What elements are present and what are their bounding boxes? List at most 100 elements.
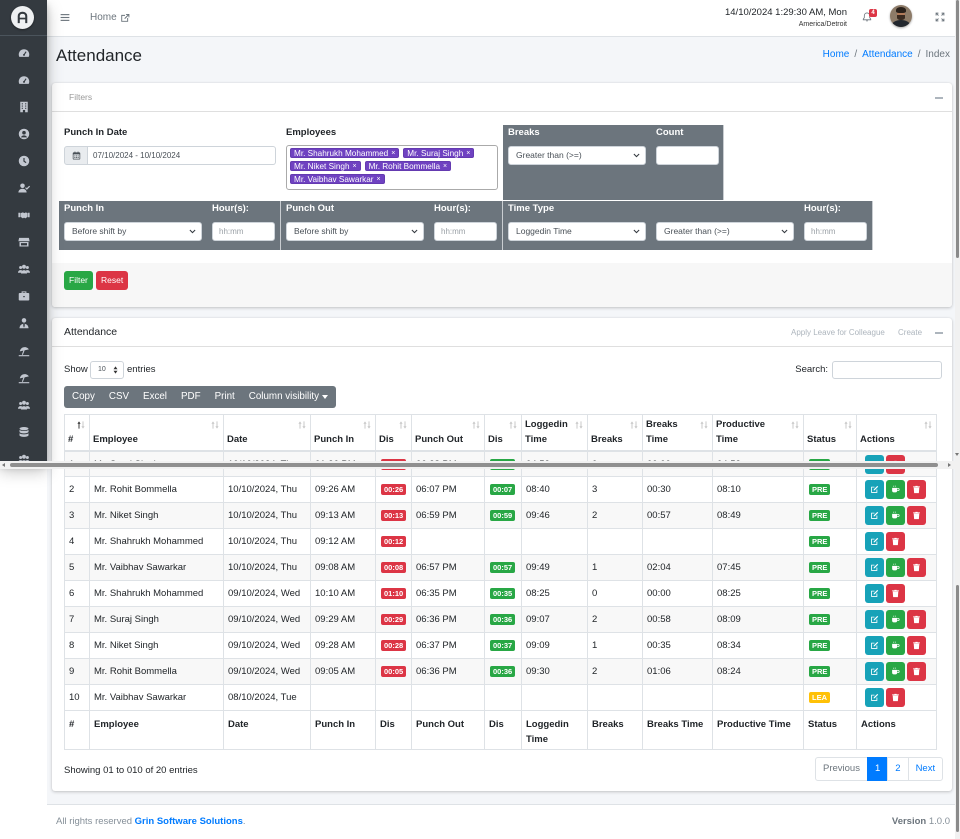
edit-attendance-button[interactable] xyxy=(865,610,884,629)
column-visibility-button[interactable]: Column visibility xyxy=(242,386,335,408)
employees-multiselect[interactable]: Mr. Shahrukh Mohammed × Mr. Suraj Singh × Mr… xyxy=(286,145,498,190)
punch-out-mode-select[interactable]: Before shift by xyxy=(286,222,424,241)
column-header-punch-out[interactable]: Punch Out xyxy=(411,414,485,452)
remove-tag-icon[interactable]: × xyxy=(443,162,447,171)
scroll-down-arrow-icon[interactable] xyxy=(955,453,959,456)
pagination-next[interactable]: Next xyxy=(907,757,944,781)
sort-icon[interactable] xyxy=(791,421,799,429)
edit-attendance-button[interactable] xyxy=(865,688,884,707)
pagination-previous[interactable]: Previous xyxy=(815,757,868,781)
sort-icon[interactable] xyxy=(472,421,480,429)
sort-icon[interactable] xyxy=(575,421,583,429)
breadcrumb-home[interactable]: Home xyxy=(823,49,850,60)
sidebar-nav-item[interactable] xyxy=(0,337,47,364)
remove-tag-icon[interactable]: × xyxy=(353,162,357,171)
sort-icon[interactable] xyxy=(630,421,638,429)
sidebar-nav-item[interactable] xyxy=(0,364,47,391)
sidebar-nav-item[interactable] xyxy=(0,39,47,66)
view-breaks-button[interactable] xyxy=(886,558,905,577)
time-type-select[interactable]: Loggedin Time xyxy=(508,222,646,241)
view-breaks-button[interactable] xyxy=(886,636,905,655)
punch-in-date-input[interactable] xyxy=(88,146,276,165)
copy-button[interactable]: Copy xyxy=(65,386,102,408)
entries-per-page-select[interactable]: 10 xyxy=(90,361,124,379)
edit-attendance-button[interactable] xyxy=(865,558,884,577)
app-logo[interactable] xyxy=(11,6,34,29)
edit-attendance-button[interactable] xyxy=(865,636,884,655)
vertical-scrollbar[interactable] xyxy=(955,0,960,839)
sidebar-nav-item[interactable] xyxy=(0,120,47,147)
column-header-productive-time[interactable]: Productive Time xyxy=(712,414,804,452)
sidebar-nav-item[interactable] xyxy=(0,93,47,120)
column-header-status[interactable]: Status xyxy=(803,414,857,452)
punch-out-hours-input[interactable] xyxy=(434,222,497,241)
delete-attendance-button[interactable] xyxy=(907,558,926,577)
company-link[interactable]: Grin Software Solutions xyxy=(135,816,243,827)
sidebar-nav-item[interactable] xyxy=(0,229,47,256)
edit-attendance-button[interactable] xyxy=(865,506,884,525)
sidebar-toggle-button[interactable] xyxy=(60,12,70,23)
sort-icon[interactable] xyxy=(399,421,407,429)
column-header-loggedin-time[interactable]: Loggedin Time xyxy=(521,414,588,452)
column-header-employee[interactable]: Employee xyxy=(89,414,224,452)
scroll-right-arrow-icon[interactable] xyxy=(948,463,951,467)
remove-tag-icon[interactable]: × xyxy=(466,149,470,158)
column-header-punch-out-dis[interactable]: Dis xyxy=(484,414,522,452)
user-avatar[interactable] xyxy=(890,5,912,27)
collapse-attendance-button[interactable] xyxy=(935,332,943,334)
breadcrumb-attendance[interactable]: Attendance xyxy=(862,49,913,60)
sidebar-nav-item[interactable] xyxy=(0,418,47,445)
column-header-no[interactable]: # xyxy=(64,414,90,452)
column-header-date[interactable]: Date xyxy=(223,414,311,452)
edit-attendance-button[interactable] xyxy=(865,480,884,499)
delete-attendance-button[interactable] xyxy=(907,610,926,629)
sidebar-nav-item[interactable] xyxy=(0,391,47,418)
scroll-left-arrow-icon[interactable] xyxy=(2,463,5,467)
sort-icon[interactable] xyxy=(363,421,371,429)
reset-button[interactable]: Reset xyxy=(96,271,129,290)
delete-attendance-button[interactable] xyxy=(907,662,926,681)
time-type-operator-select[interactable]: Greater than (>=) xyxy=(656,222,794,241)
delete-attendance-button[interactable] xyxy=(907,636,926,655)
horizontal-scrollbar-thumb[interactable] xyxy=(10,463,938,467)
edit-attendance-button[interactable] xyxy=(865,532,884,551)
search-input[interactable] xyxy=(832,361,942,379)
pagination-page-2[interactable]: 2 xyxy=(887,757,909,781)
delete-attendance-button[interactable] xyxy=(886,688,905,707)
collapse-filters-button[interactable] xyxy=(935,97,943,99)
sort-icon[interactable] xyxy=(844,421,852,429)
sidebar-nav-item[interactable] xyxy=(0,202,47,229)
delete-attendance-button[interactable] xyxy=(907,480,926,499)
column-header-punch-in[interactable]: Punch In xyxy=(310,414,376,452)
create-link[interactable]: Create xyxy=(898,318,922,347)
sort-icon[interactable] xyxy=(509,421,517,429)
punch-in-mode-select[interactable]: Before shift by xyxy=(64,222,202,241)
inner-scrollbar-thumb[interactable] xyxy=(956,0,959,258)
sidebar-nav-item[interactable] xyxy=(0,256,47,283)
punch-in-hours-input[interactable] xyxy=(212,222,275,241)
view-breaks-button[interactable] xyxy=(886,506,905,525)
sort-icon[interactable] xyxy=(298,421,306,429)
column-header-punch-in-dis[interactable]: Dis xyxy=(375,414,412,452)
column-header-actions[interactable]: Actions xyxy=(856,414,937,452)
fullscreen-button[interactable] xyxy=(935,12,945,22)
filter-button[interactable]: Filter xyxy=(64,271,93,290)
excel-button[interactable]: Excel xyxy=(136,386,174,408)
view-breaks-button[interactable] xyxy=(886,480,905,499)
sidebar-nav-item[interactable] xyxy=(0,283,47,310)
delete-attendance-button[interactable] xyxy=(886,584,905,603)
page-scrollbar-thumb[interactable] xyxy=(956,585,959,832)
time-type-hours-input[interactable] xyxy=(804,222,867,241)
sidebar-nav-item[interactable] xyxy=(0,66,47,93)
apply-leave-for-colleague-link[interactable]: Apply Leave for Colleague xyxy=(791,318,885,347)
column-header-breaks-time[interactable]: Breaks Time xyxy=(642,414,713,452)
edit-attendance-button[interactable] xyxy=(865,584,884,603)
breaks-operator-select[interactable]: Greater than (>=) xyxy=(508,146,646,165)
remove-tag-icon[interactable]: × xyxy=(376,175,380,184)
sidebar-nav-item[interactable] xyxy=(0,310,47,337)
sidebar-nav-item[interactable] xyxy=(0,147,47,174)
csv-button[interactable]: CSV xyxy=(102,386,136,408)
sort-icon[interactable] xyxy=(924,421,932,429)
delete-attendance-button[interactable] xyxy=(886,532,905,551)
delete-attendance-button[interactable] xyxy=(907,506,926,525)
